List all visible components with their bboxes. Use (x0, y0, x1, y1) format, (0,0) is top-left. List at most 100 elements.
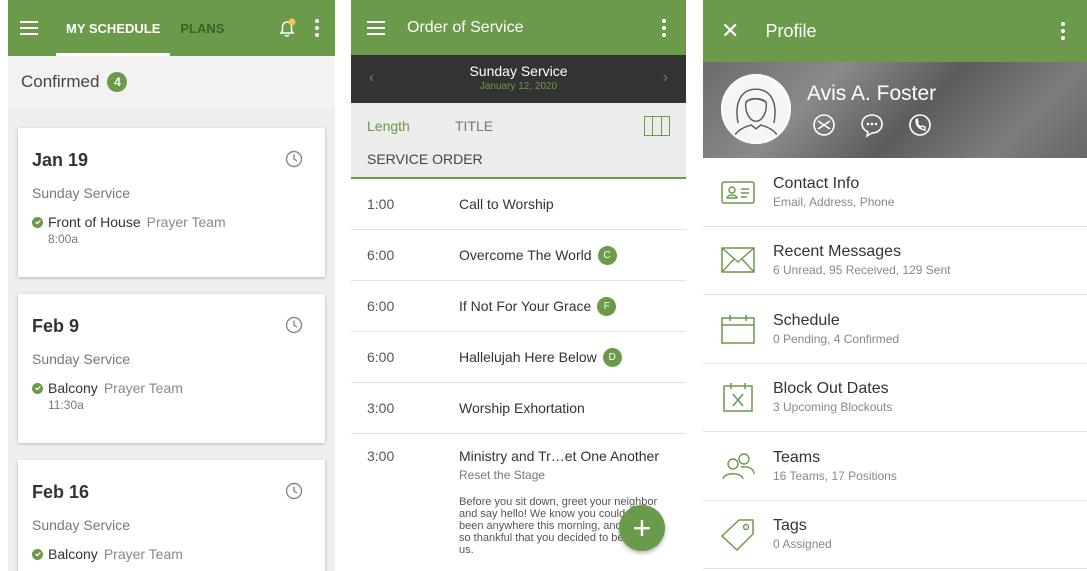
profile-top-bar: ✕ Profile (703, 0, 1087, 62)
item-length: 6:00 (367, 247, 395, 263)
item-length: 1:00 (367, 196, 395, 212)
order-of-service-panel: Order of Service ‹ Sunday Service Januar… (351, 0, 686, 571)
order-top-bar: Order of Service (351, 0, 686, 55)
card-time: 8:00a (48, 232, 79, 246)
list-item[interactable]: 3:00 Worship Exhortation (351, 383, 686, 434)
list-item[interactable]: 6:00 If Not For Your Grace F (351, 281, 686, 332)
card-service: Sunday Service (32, 517, 131, 533)
profile-panel: ✕ Profile Avis A. Foster Contact Info Ema… (703, 0, 1087, 571)
item-subtitle: 16 Teams, 17 Positions (773, 468, 897, 483)
card-position: Front of House (48, 214, 141, 230)
page-title: Order of Service (407, 18, 524, 36)
email-icon[interactable] (811, 112, 837, 138)
section-header: SERVICE ORDER (351, 141, 686, 179)
card-team: Prayer Team (146, 214, 226, 230)
key-badge: C (597, 245, 617, 265)
clock-icon[interactable] (285, 150, 303, 168)
tab-plans[interactable]: PLANS (170, 0, 234, 56)
item-title: Ministry and Tr…et One Another (459, 448, 659, 464)
card-date: Jan 19 (32, 150, 89, 170)
notification-bell-icon[interactable] (277, 18, 297, 38)
menu-icon[interactable] (367, 20, 385, 35)
column-length[interactable]: Length (367, 118, 455, 134)
profile-item-contact-info[interactable]: Contact Info Email, Address, Phone (703, 158, 1087, 227)
envelope-icon (719, 243, 757, 277)
card-position-row: Balcony Prayer Team (32, 546, 311, 562)
check-icon (32, 382, 43, 394)
tag-icon (719, 517, 757, 552)
profile-item-schedule[interactable]: Schedule 0 Pending, 4 Confirmed (703, 295, 1087, 364)
item-title: Call to Worship (459, 196, 554, 212)
card-time: 11:30a (48, 398, 84, 412)
overflow-menu-icon[interactable] (662, 18, 666, 37)
item-length: 3:00 (367, 400, 395, 416)
item-title: Teams (773, 448, 821, 466)
card-team: Prayer Team (103, 546, 183, 562)
list-item[interactable]: 6:00 Overcome The World C (351, 230, 686, 281)
contact-card-icon (719, 175, 757, 209)
card-position-row: Balcony Prayer Team (32, 380, 311, 396)
service-header: ‹ Sunday Service January 12, 2020 › (351, 55, 686, 103)
clock-icon[interactable] (285, 316, 303, 334)
item-subtitle: 0 Pending, 4 Confirmed (773, 331, 900, 346)
card-position: Balcony (48, 380, 98, 396)
profile-item-teams[interactable]: Teams 16 Teams, 17 Positions (703, 432, 1087, 501)
profile-item-recent-messages[interactable]: Recent Messages 6 Unread, 95 Received, 12… (703, 227, 1087, 295)
item-subtitle: 6 Unread, 95 Received, 129 Sent (773, 263, 951, 278)
item-title: Tags (773, 517, 807, 535)
people-icon (719, 449, 757, 483)
column-title[interactable]: TITLE (455, 118, 493, 134)
clock-icon[interactable] (285, 482, 303, 500)
previous-arrow-icon[interactable]: ‹ (369, 69, 374, 87)
check-icon (32, 548, 43, 560)
item-title: Contact Info (773, 174, 860, 192)
card-position: Balcony (48, 546, 98, 562)
list-item[interactable]: 6:00 Hallelujah Here Below D (351, 332, 686, 383)
confirmed-label: Confirmed (21, 72, 100, 91)
avatar[interactable] (721, 74, 791, 144)
key-badge: D (602, 347, 622, 367)
key-badge: F (597, 296, 617, 316)
item-length: 6:00 (367, 349, 395, 365)
item-subtitle: 0 Assigned (773, 537, 832, 552)
profile-item-block-out-dates[interactable]: Block Out Dates 3 Upcoming Blockouts (703, 364, 1087, 432)
message-icon[interactable] (859, 112, 885, 138)
overflow-menu-icon[interactable] (315, 19, 319, 37)
columns-icon[interactable] (644, 116, 670, 136)
tab-my-schedule[interactable]: MY SCHEDULE (56, 0, 171, 56)
card-service: Sunday Service (32, 185, 131, 201)
schedule-card[interactable]: Feb 16 Sunday Service Balcony Prayer Tea… (18, 460, 325, 571)
profile-header: Avis A. Foster (703, 62, 1087, 158)
close-icon[interactable]: ✕ (721, 18, 739, 44)
profile-name: Avis A. Foster (807, 82, 937, 105)
overflow-menu-icon[interactable] (1061, 22, 1065, 40)
confirmed-header: Confirmed 4 (8, 56, 335, 108)
schedule-card[interactable]: Feb 9 Sunday Service Balcony Prayer Team… (18, 294, 325, 443)
schedule-card[interactable]: Jan 19 Sunday Service Front of House Pra… (18, 128, 325, 277)
service-date: January 12, 2020 (479, 81, 558, 92)
item-subtitle: 3 Upcoming Blockouts (773, 400, 893, 415)
page-title: Profile (765, 20, 817, 41)
card-team: Prayer Team (103, 380, 183, 396)
next-arrow-icon[interactable]: › (663, 69, 668, 87)
item-subtitle: Reset the Stage (459, 468, 546, 482)
item-title: Overcome The World (459, 247, 592, 263)
profile-item-tags[interactable]: Tags 0 Assigned (703, 501, 1087, 569)
card-service: Sunday Service (32, 351, 131, 367)
card-date: Feb 9 (32, 316, 80, 336)
item-title: Schedule (773, 311, 840, 329)
item-title: Block Out Dates (773, 380, 889, 398)
item-title: Recent Messages (773, 243, 902, 261)
phone-icon[interactable] (907, 112, 933, 138)
item-subtitle: Email, Address, Phone (773, 194, 895, 209)
item-title: Hallelujah Here Below (459, 349, 597, 365)
item-title: Worship Exhortation (459, 400, 585, 416)
calendar-icon (719, 312, 757, 346)
menu-icon[interactable] (20, 21, 38, 35)
schedule-top-bar: MY SCHEDULE PLANS (8, 0, 335, 56)
calendar-x-icon (719, 380, 757, 414)
add-button[interactable]: + (619, 505, 665, 551)
schedule-panel: MY SCHEDULE PLANS Confirmed 4 Jan 19 Sun… (8, 0, 335, 571)
service-title: Sunday Service (469, 63, 568, 79)
list-item[interactable]: 1:00 Call to Worship (351, 179, 686, 230)
